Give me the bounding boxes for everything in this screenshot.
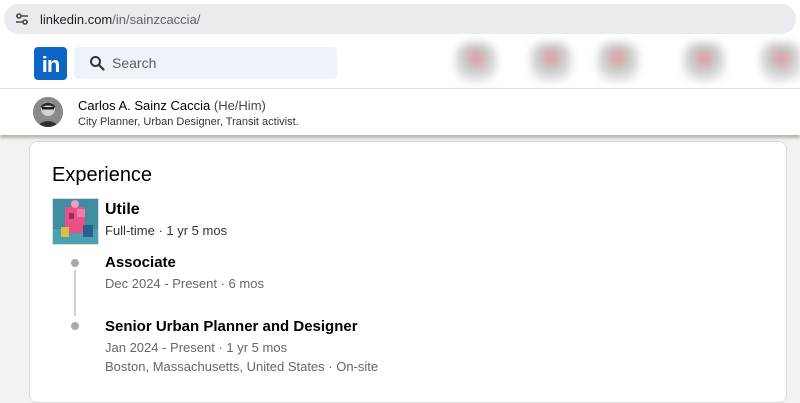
search-icon <box>90 56 105 71</box>
role-dates: Jan 2024 - Present · 1 yr 5 mos <box>105 340 288 355</box>
timeline-dot <box>71 322 79 330</box>
url-field[interactable]: linkedin.com/in/sainzcaccia/ <box>4 4 796 34</box>
nav-network-icon[interactable] <box>530 42 572 82</box>
timeline-line <box>74 270 76 316</box>
nav-messaging-icon[interactable] <box>683 42 725 82</box>
experience-card: Experience Utile Full-time · 1 yr 5 mos … <box>29 141 787 403</box>
profile-name-text: Carlos A. Sainz Caccia <box>78 98 211 113</box>
role-location: Boston, Massachusetts, United States · O… <box>105 359 379 374</box>
profile-headline: City Planner, Urban Designer, Transit ac… <box>78 116 299 128</box>
company-logo-image <box>53 199 98 244</box>
nav-home-icon[interactable] <box>455 42 497 82</box>
timeline-dot <box>71 259 79 267</box>
search-input[interactable]: Search <box>74 47 337 79</box>
url-text: linkedin.com/in/sainzcaccia/ <box>40 12 200 27</box>
url-path: /in/sainzcaccia/ <box>112 12 201 27</box>
company-logo[interactable] <box>52 198 99 245</box>
profile-header: Carlos A. Sainz Caccia (He/Him) City Pla… <box>0 88 800 135</box>
nav-jobs-icon[interactable] <box>597 42 639 82</box>
tune-icon[interactable] <box>14 11 30 27</box>
company-meta: Full-time · 1 yr 5 mos <box>105 223 228 238</box>
role-title[interactable]: Associate <box>105 254 176 271</box>
profile-pronouns: (He/Him) <box>213 98 266 113</box>
avatar[interactable] <box>33 97 63 127</box>
role-title[interactable]: Senior Urban Planner and Designer <box>105 318 358 335</box>
profile-name: Carlos A. Sainz Caccia (He/Him) <box>78 98 266 113</box>
avatar-photo <box>33 97 63 127</box>
url-host: linkedin.com <box>40 12 113 27</box>
search-placeholder: Search <box>112 55 157 71</box>
browser-address-bar: linkedin.com/in/sainzcaccia/ <box>0 0 800 38</box>
experience-title: Experience <box>52 164 153 186</box>
nav-notifications-icon[interactable] <box>760 42 800 82</box>
company-name[interactable]: Utile <box>105 201 140 219</box>
role-dates: Dec 2024 - Present · 6 mos <box>105 276 264 291</box>
linkedin-logo[interactable]: in <box>34 47 67 80</box>
linkedin-navbar: in Search <box>0 38 800 88</box>
